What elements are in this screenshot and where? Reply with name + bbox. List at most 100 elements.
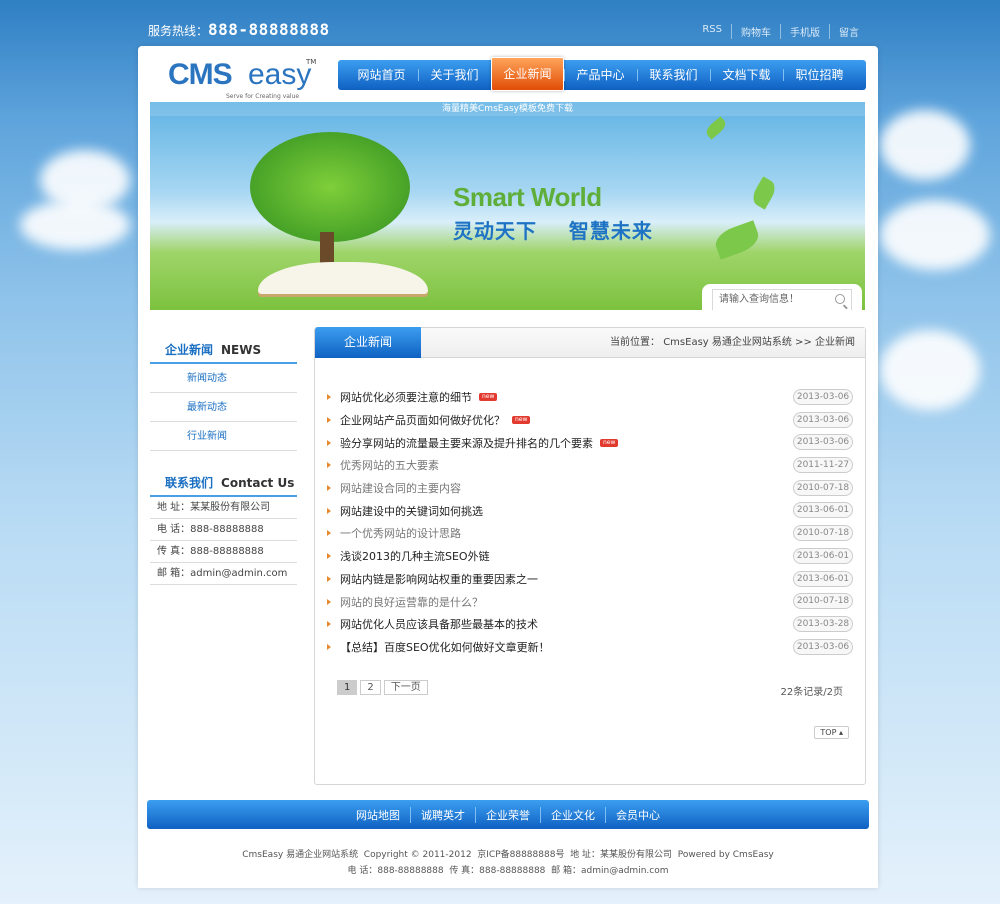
footer-link-careers[interactable]: 诚聘英才: [410, 806, 475, 823]
article-title-link[interactable]: 网站优化人员应该具备那些最基本的技术: [340, 616, 538, 632]
sidebar-item-industry[interactable]: 行业新闻: [150, 422, 297, 451]
main-nav: 网站首页 关于我们 企业新闻 产品中心 联系我们 文档下载 职位招聘: [338, 57, 866, 91]
article-title-link[interactable]: 网站内链是影响网站权重的重要因素之一: [340, 571, 538, 587]
list-item: 网站优化人员应该具备那些最基本的技术 2013-03-28: [327, 613, 853, 636]
list-item: 网站建设中的关键词如何挑选 2013-06-01: [327, 499, 853, 522]
article-title-link[interactable]: 验分享网站的流量最主要来源及提升排名的几个要素: [340, 435, 593, 451]
list-item: 【总结】百度SEO优化如何做好文章更新！ 2013-03-06: [327, 636, 853, 659]
hotline-number: 888-88888888: [208, 20, 330, 39]
tab-news[interactable]: 企业新闻: [315, 327, 421, 358]
search-icon[interactable]: [835, 294, 845, 304]
nav-home[interactable]: 网站首页: [345, 60, 418, 90]
article-date: 2010-07-18: [793, 593, 853, 610]
article-date: 2011-11-27: [793, 457, 853, 474]
nav-jobs[interactable]: 职位招聘: [783, 60, 856, 90]
article-date: 2013-06-01: [793, 570, 853, 587]
nav-products[interactable]: 产品中心: [564, 60, 637, 90]
nav-about[interactable]: 关于我们: [418, 60, 491, 90]
search-input[interactable]: 请输入查询信息！: [712, 289, 852, 310]
article-title-link[interactable]: 网站的良好运营靠的是什么？: [340, 594, 483, 610]
arrow-icon: [327, 462, 331, 469]
arrow-icon: [327, 621, 331, 628]
panel-header: 企业新闻 当前位置： CmsEasy 易通企业网站系统 >> 企业新闻: [315, 327, 865, 358]
list-item: 一个优秀网站的设计思路 2010-07-18: [327, 522, 853, 545]
open-book-image: [258, 262, 428, 294]
footer-link-honors[interactable]: 企业荣誉: [475, 806, 540, 823]
sidebar-news-title: 企业新闻 NEWS: [150, 338, 297, 364]
logo-cms: CMS: [168, 58, 233, 91]
list-item: 网站内链是影响网站权重的重要因素之一 2013-06-01: [327, 568, 853, 591]
contact-fax: 传 真：888-88888888: [150, 541, 297, 563]
cart-link[interactable]: 购物车: [731, 24, 780, 39]
article-title-link[interactable]: 浅谈2013的几种主流SEO外链: [340, 548, 490, 564]
arrow-icon: [327, 417, 331, 424]
article-date: 2013-03-06: [793, 411, 853, 428]
article-title-link[interactable]: 网站优化必须要注意的细节: [340, 389, 472, 405]
page-container: CMS easy TM Serve for Creating value 网站首…: [138, 46, 878, 888]
article-title-link[interactable]: 企业网站产品页面如何做好优化？: [340, 412, 505, 428]
list-item: 浅谈2013的几种主流SEO外链 2013-06-01: [327, 545, 853, 568]
new-badge: new: [600, 438, 619, 447]
new-badge: new: [479, 393, 498, 402]
footer-link-sitemap[interactable]: 网站地图: [346, 807, 410, 823]
contact-phone: 电 话：888-88888888: [150, 519, 297, 541]
contact-address: 地 址：某某股份有限公司: [150, 497, 297, 519]
article-title-link[interactable]: 网站建设中的关键词如何挑选: [340, 503, 483, 519]
article-list: 网站优化必须要注意的细节 new 2013-03-06 企业网站产品页面如何做好优化？…: [327, 386, 853, 658]
top-bar: 服务热线： 888-88888888 RSS 购物车 手机版 留言: [0, 0, 1000, 46]
arrow-icon: [327, 507, 331, 514]
article-title-link[interactable]: 优秀网站的五大要素: [340, 457, 439, 473]
banner-caption[interactable]: 海量精美CmsEasy模板免费下载: [150, 102, 865, 116]
rss-link[interactable]: RSS: [693, 24, 731, 39]
record-count: 22条记录/2页: [780, 687, 843, 698]
list-item: 网站优化必须要注意的细节 new 2013-03-06: [327, 386, 853, 409]
sidebar-item-news-updates[interactable]: 新闻动态: [150, 364, 297, 393]
page-2[interactable]: 2: [360, 680, 381, 695]
news-panel: 企业新闻 当前位置： CmsEasy 易通企业网站系统 >> 企业新闻 网站优化…: [314, 327, 866, 785]
arrow-icon: [327, 598, 331, 605]
logo-slogan: Serve for Creating value: [226, 93, 300, 100]
page-1[interactable]: 1: [337, 680, 358, 695]
list-item: 优秀网站的五大要素 2011-11-27: [327, 454, 853, 477]
list-item: 网站建设合同的主要内容 2010-07-18: [327, 477, 853, 500]
search-panel: 请输入查询信息！: [702, 284, 862, 310]
nav-contact[interactable]: 联系我们: [637, 60, 710, 90]
logo-easy: easy: [248, 58, 312, 91]
site-logo[interactable]: CMS easy TM Serve for Creating value: [168, 58, 318, 102]
arrow-icon: [327, 530, 331, 537]
article-date: 2013-06-01: [793, 502, 853, 519]
article-title-link[interactable]: 网站建设合同的主要内容: [340, 480, 461, 496]
sidebar-item-latest[interactable]: 最新动态: [150, 393, 297, 422]
arrow-icon: [327, 553, 331, 560]
banner: 海量精美CmsEasy模板免费下载 Smart World 灵动天下 智慧未来 …: [150, 102, 865, 310]
footer-link-culture[interactable]: 企业文化: [540, 806, 605, 823]
cloud: [880, 110, 970, 180]
message-link[interactable]: 留言: [829, 24, 868, 39]
back-to-top-button[interactable]: TOP ▴: [814, 726, 849, 739]
nav-news[interactable]: 企业新闻: [491, 57, 564, 91]
hotline-label: 服务热线：: [148, 24, 209, 38]
mobile-link[interactable]: 手机版: [780, 24, 829, 39]
service-hotline: 服务热线： 888-88888888: [148, 20, 330, 39]
sidebar: 企业新闻 NEWS 新闻动态 最新动态 行业新闻 联系我们 Contact Us 地…: [150, 338, 297, 585]
footer-nav: 网站地图 诚聘英才 企业荣誉 企业文化 会员中心: [147, 800, 869, 829]
article-title-link[interactable]: 【总结】百度SEO优化如何做好文章更新！: [340, 639, 550, 655]
new-badge: new: [512, 416, 531, 425]
next-page-button[interactable]: 下一页: [383, 680, 428, 695]
article-date: 2013-03-06: [793, 638, 853, 655]
footer-contact-line: 电 话：888-88888888 传 真：888-88888888 邮 箱：ad…: [347, 866, 669, 876]
top-links: RSS 购物车 手机版 留言: [693, 24, 868, 39]
leaf-icon: [703, 116, 729, 140]
copyright: CmsEasy 易通企业网站系统 Copyright © 2011-2012 京…: [138, 847, 878, 879]
logo-tm: TM: [306, 58, 317, 66]
leaf-icon: [711, 220, 763, 260]
leaf-icon: [749, 176, 779, 210]
article-title-link[interactable]: 一个优秀网站的设计思路: [340, 525, 461, 541]
list-item: 验分享网站的流量最主要来源及提升排名的几个要素 new 2013-03-06: [327, 431, 853, 454]
banner-title-en: Smart World: [453, 182, 602, 212]
article-date: 2013-03-28: [793, 615, 853, 632]
banner-title-cn: 灵动天下 智慧未来: [453, 219, 653, 243]
footer-link-members[interactable]: 会员中心: [605, 806, 670, 823]
nav-downloads[interactable]: 文档下载: [710, 60, 783, 90]
list-item: 企业网站产品页面如何做好优化？ new 2013-03-06: [327, 409, 853, 432]
